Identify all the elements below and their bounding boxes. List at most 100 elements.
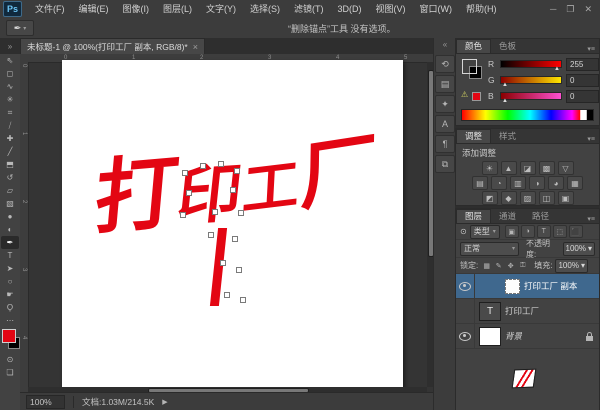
panel-menu-icon[interactable]: ▾≡ <box>587 215 599 223</box>
adjustment-icon[interactable]: ▩ <box>539 161 555 175</box>
character-panel-icon[interactable]: A <box>435 115 455 133</box>
close-button[interactable]: ✕ <box>584 4 592 15</box>
adjustment-icon[interactable]: ◔ <box>491 176 507 190</box>
path-anchor-point[interactable] <box>220 260 226 266</box>
path-anchor-point[interactable] <box>182 170 188 176</box>
adjustment-icon[interactable]: ☀ <box>482 161 498 175</box>
history-brush-tool-icon[interactable]: ↺ <box>1 171 19 184</box>
layers-tab-图层[interactable]: 图层 <box>456 209 491 223</box>
text-layer-thumbnail[interactable]: T <box>479 302 501 321</box>
channel-slider-G[interactable]: ▲ <box>500 76 562 84</box>
layer-thumbnail[interactable] <box>479 327 501 346</box>
visibility-toggle[interactable] <box>456 274 475 298</box>
fill-field[interactable]: 100% ▾ <box>555 259 587 273</box>
canvas[interactable]: 打印工厂 <box>62 60 403 391</box>
path-anchor-point[interactable] <box>232 236 238 242</box>
menu-item-滤镜[interactable]: 滤镜(T) <box>287 1 331 18</box>
menu-item-视图[interactable]: 视图(V) <box>369 1 413 18</box>
minimize-button[interactable]: ─ <box>550 4 556 15</box>
adjustment-icon[interactable]: ▣ <box>558 191 574 205</box>
adjustment-icon[interactable]: ◑ <box>529 176 545 190</box>
adjustment-icon[interactable]: ▥ <box>510 176 526 190</box>
path-anchor-point[interactable] <box>236 267 242 273</box>
blur-tool-icon[interactable]: ● <box>1 210 19 223</box>
filter-pick-icon[interactable]: ⊙ <box>460 227 467 236</box>
path-anchor-point[interactable] <box>240 297 246 303</box>
lock-icon[interactable]: ✥ <box>505 260 516 271</box>
vector-mask-thumbnail[interactable] <box>505 279 520 294</box>
menu-item-文件[interactable]: 文件(F) <box>28 1 72 18</box>
slider-marker[interactable]: ▲ <box>554 66 560 72</box>
path-anchor-point[interactable] <box>224 292 230 298</box>
adjustment-icon[interactable]: ▤ <box>472 176 488 190</box>
channel-value-field[interactable]: 255 <box>566 58 599 71</box>
foreground-color-swatch[interactable] <box>462 59 477 74</box>
document-tab[interactable]: 未标题-1 @ 100%(打印工厂 副本, RGB/8)* × <box>20 38 205 54</box>
paragraph-panel-icon[interactable]: ¶ <box>435 135 455 153</box>
expand-panels-icon[interactable]: « <box>434 38 456 53</box>
quick-mask-icon-icon[interactable]: ⊙ <box>1 353 19 366</box>
adjustment-icon[interactable]: ▦ <box>567 176 583 190</box>
path-anchor-point[interactable] <box>212 209 218 215</box>
path-anchor-point[interactable] <box>180 212 186 218</box>
eyedropper-tool-icon[interactable]: ⧸ <box>1 119 19 132</box>
color-tab-色板[interactable]: 色板 <box>491 40 524 53</box>
styles-panel-icon[interactable]: ▤ <box>435 75 455 93</box>
menu-item-编辑[interactable]: 编辑(E) <box>72 1 116 18</box>
adjustment-icon[interactable]: ◫ <box>539 191 555 205</box>
clone-stamp-tool-icon[interactable]: ⬒ <box>1 158 19 171</box>
screen-mode-icon-icon[interactable]: ❏ <box>1 366 19 379</box>
channel-slider-B[interactable]: ▲ <box>500 92 562 100</box>
path-anchor-point[interactable] <box>200 163 206 169</box>
shape-tool-icon[interactable]: ○ <box>1 275 19 288</box>
foreground-color-swatch[interactable] <box>2 329 16 343</box>
lock-icon[interactable]: ▦ <box>481 260 492 271</box>
menu-item-选择[interactable]: 选择(S) <box>243 1 287 18</box>
filter-kind-dropdown[interactable]: 类型 ▾ <box>470 225 500 239</box>
gamut-color-swatch[interactable] <box>472 92 481 101</box>
maximize-button[interactable]: ❐ <box>566 4 574 15</box>
layers-tab-路径[interactable]: 路径 <box>524 210 557 223</box>
healing-brush-tool-icon[interactable]: ✚ <box>1 132 19 145</box>
type-tool-icon[interactable]: T <box>1 249 19 262</box>
lasso-tool-icon[interactable]: ∿ <box>1 80 19 93</box>
menu-item-窗口[interactable]: 窗口(W) <box>413 1 460 18</box>
path-anchor-point[interactable] <box>234 168 240 174</box>
lock-icon[interactable]: ⚿ <box>517 260 528 271</box>
zoom-tool-icon[interactable]: Ϙ <box>1 301 19 314</box>
layer-filter-icon[interactable]: ▣ <box>505 225 519 238</box>
adjustment-icon[interactable]: ◕ <box>548 176 564 190</box>
layer-row[interactable]: 打印工厂 副本 <box>456 274 599 299</box>
gradient-tool-icon[interactable]: ▧ <box>1 197 19 210</box>
adjustment-icon[interactable]: ◪ <box>520 161 536 175</box>
menu-item-3D[interactable]: 3D(D) <box>331 1 369 18</box>
layer-filter-icon[interactable]: T <box>537 225 551 238</box>
color-swatches[interactable] <box>1 329 19 351</box>
artwork-text[interactable]: 打印工厂 <box>89 147 380 239</box>
layer-filter-icon[interactable]: ⬛ <box>569 225 583 238</box>
clone-source-panel-icon[interactable]: ⧉ <box>435 155 455 173</box>
menu-item-图层[interactable]: 图层(L) <box>156 1 199 18</box>
brush-presets-panel-icon[interactable]: ✦ <box>435 95 455 113</box>
pen-tool-icon[interactable]: ✒ <box>1 236 19 249</box>
path-anchor-point[interactable] <box>230 187 236 193</box>
slider-marker[interactable]: ▲ <box>502 98 508 104</box>
quick-selection-tool-icon[interactable]: ✳ <box>1 93 19 106</box>
color-tab-颜色[interactable]: 颜色 <box>456 39 491 53</box>
opacity-field[interactable]: 100% ▾ <box>563 242 595 256</box>
crop-tool-icon[interactable]: ⌗ <box>1 106 19 119</box>
layer-row[interactable]: T打印工厂 <box>456 299 599 324</box>
eraser-tool-icon[interactable]: ▱ <box>1 184 19 197</box>
slider-marker[interactable]: ▲ <box>502 82 508 88</box>
menu-item-图像[interactable]: 图像(I) <box>116 1 157 18</box>
color-spectrum-ramp[interactable] <box>461 109 594 121</box>
blend-mode-dropdown[interactable]: 正常 ▾ <box>460 242 519 256</box>
edit-toolbar-icon-icon[interactable]: ⋯ <box>1 314 19 327</box>
visibility-toggle[interactable] <box>456 324 475 348</box>
layer-filter-icon[interactable]: ⬚ <box>553 225 567 238</box>
layer-thumbnail[interactable] <box>512 368 537 388</box>
path-anchor-point[interactable] <box>238 210 244 216</box>
lock-icon[interactable]: ✎ <box>493 260 504 271</box>
menu-item-文字[interactable]: 文字(Y) <box>199 1 243 18</box>
path-anchor-point[interactable] <box>208 232 214 238</box>
